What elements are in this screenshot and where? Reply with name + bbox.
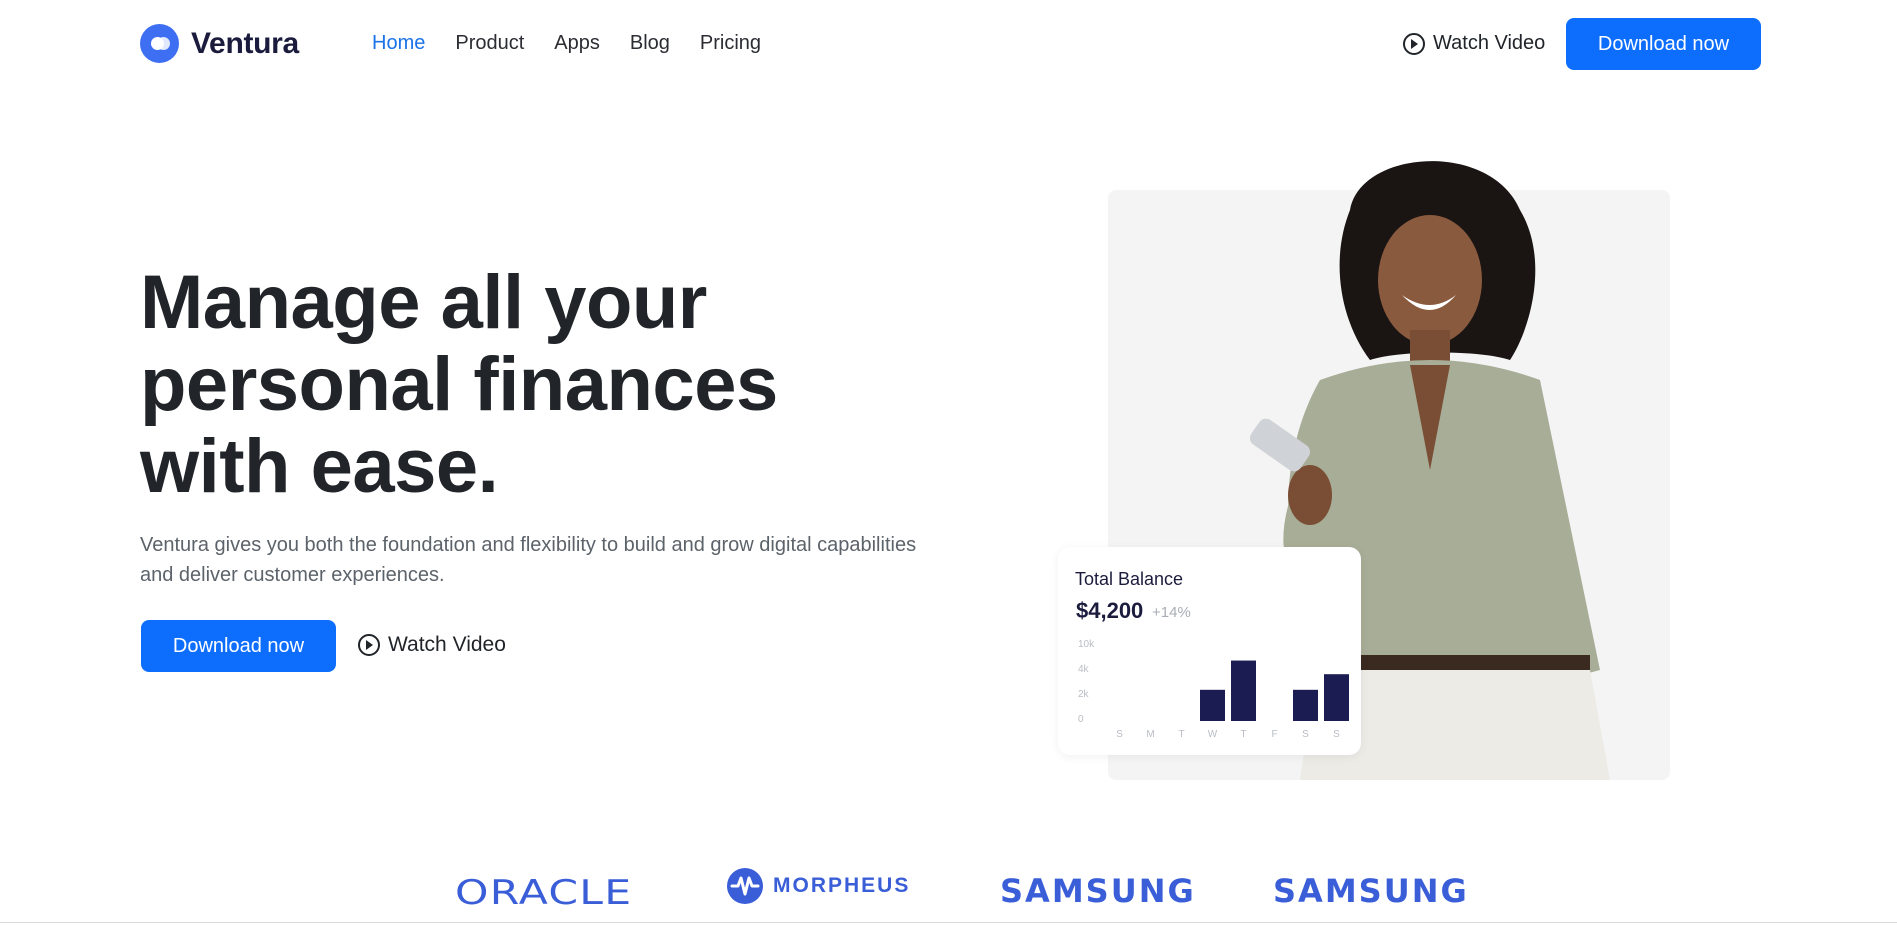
hero-subtitle-line-2: and deliver customer experiences. — [140, 564, 445, 586]
brand-name: Ventura — [191, 26, 299, 60]
oracle-logo: ORACLE — [455, 873, 633, 913]
hero-watch-video-link[interactable]: Watch Video — [358, 633, 506, 657]
morpheus-logo-text: MORPHEUS — [773, 874, 911, 897]
y-tick-label: 2k — [1078, 689, 1090, 700]
hero-download-button[interactable]: Download now — [141, 620, 336, 672]
chart-bar — [1324, 674, 1349, 721]
morpheus-pulse-icon — [727, 868, 763, 904]
y-tick-label: 4k — [1078, 664, 1090, 675]
hero-watch-video-label: Watch Video — [388, 633, 506, 656]
x-tick-label: T — [1178, 729, 1184, 740]
hero-title-line-2: personal finances — [140, 342, 778, 427]
balance-bar-chart: 10k 4k 2k 0 S M T W T F S S — [1078, 639, 1349, 740]
play-circle-icon — [1403, 32, 1425, 55]
balance-card-title: Total Balance — [1075, 569, 1184, 589]
hero-title-line-1: Manage all your — [140, 260, 707, 345]
samsung-logo: SAMSUNG — [1000, 872, 1196, 910]
main-nav: Home Product Apps Blog Pricing — [372, 32, 791, 55]
x-tick-label: S — [1302, 729, 1309, 740]
balance-amount: $4,200 — [1076, 598, 1144, 623]
x-tick-label: M — [1146, 729, 1154, 740]
x-tick-label: S — [1116, 729, 1123, 740]
chart-bar — [1293, 689, 1318, 721]
chart-bar — [1231, 660, 1256, 721]
nav-link-home[interactable]: Home — [372, 32, 425, 55]
nav-watch-video-link[interactable]: Watch Video — [1403, 32, 1545, 55]
nav-watch-video-label: Watch Video — [1433, 32, 1546, 54]
nav-link-blog[interactable]: Blog — [630, 32, 670, 55]
play-circle-icon — [358, 634, 380, 656]
nav-link-pricing[interactable]: Pricing — [700, 32, 761, 55]
x-tick-label: S — [1333, 729, 1340, 740]
x-tick-label: W — [1208, 729, 1218, 740]
navbar: Ventura Home Product Apps Blog Pricing W… — [0, 0, 1897, 90]
y-tick-label: 0 — [1078, 714, 1084, 725]
page-bottom-divider — [0, 922, 1897, 923]
nav-link-product[interactable]: Product — [455, 32, 524, 55]
total-balance-card: Total Balance $4,200 +14% 10k 4k 2k 0 S M T W T F… — [1058, 547, 1361, 755]
y-tick-label: 10k — [1078, 639, 1095, 650]
x-tick-label: F — [1271, 729, 1277, 740]
ventura-logo-icon — [140, 24, 179, 63]
nav-link-apps[interactable]: Apps — [554, 32, 600, 55]
hero-title: Manage all your personal finances with e… — [140, 262, 840, 508]
brand[interactable]: Ventura — [140, 24, 299, 63]
hero-subtitle-line-1: Ventura gives you both the foundation an… — [140, 534, 917, 556]
balance-change: +14% — [1152, 604, 1191, 621]
morpheus-logo: MORPHEUS — [727, 868, 910, 904]
samsung-logo: SAMSUNG — [1273, 872, 1469, 910]
hero-subtitle: Ventura gives you both the foundation an… — [140, 530, 940, 590]
chart-bar — [1200, 689, 1225, 721]
nav-download-button[interactable]: Download now — [1566, 18, 1761, 70]
hero-title-line-3: with ease. — [140, 424, 499, 509]
x-tick-label: T — [1240, 729, 1246, 740]
